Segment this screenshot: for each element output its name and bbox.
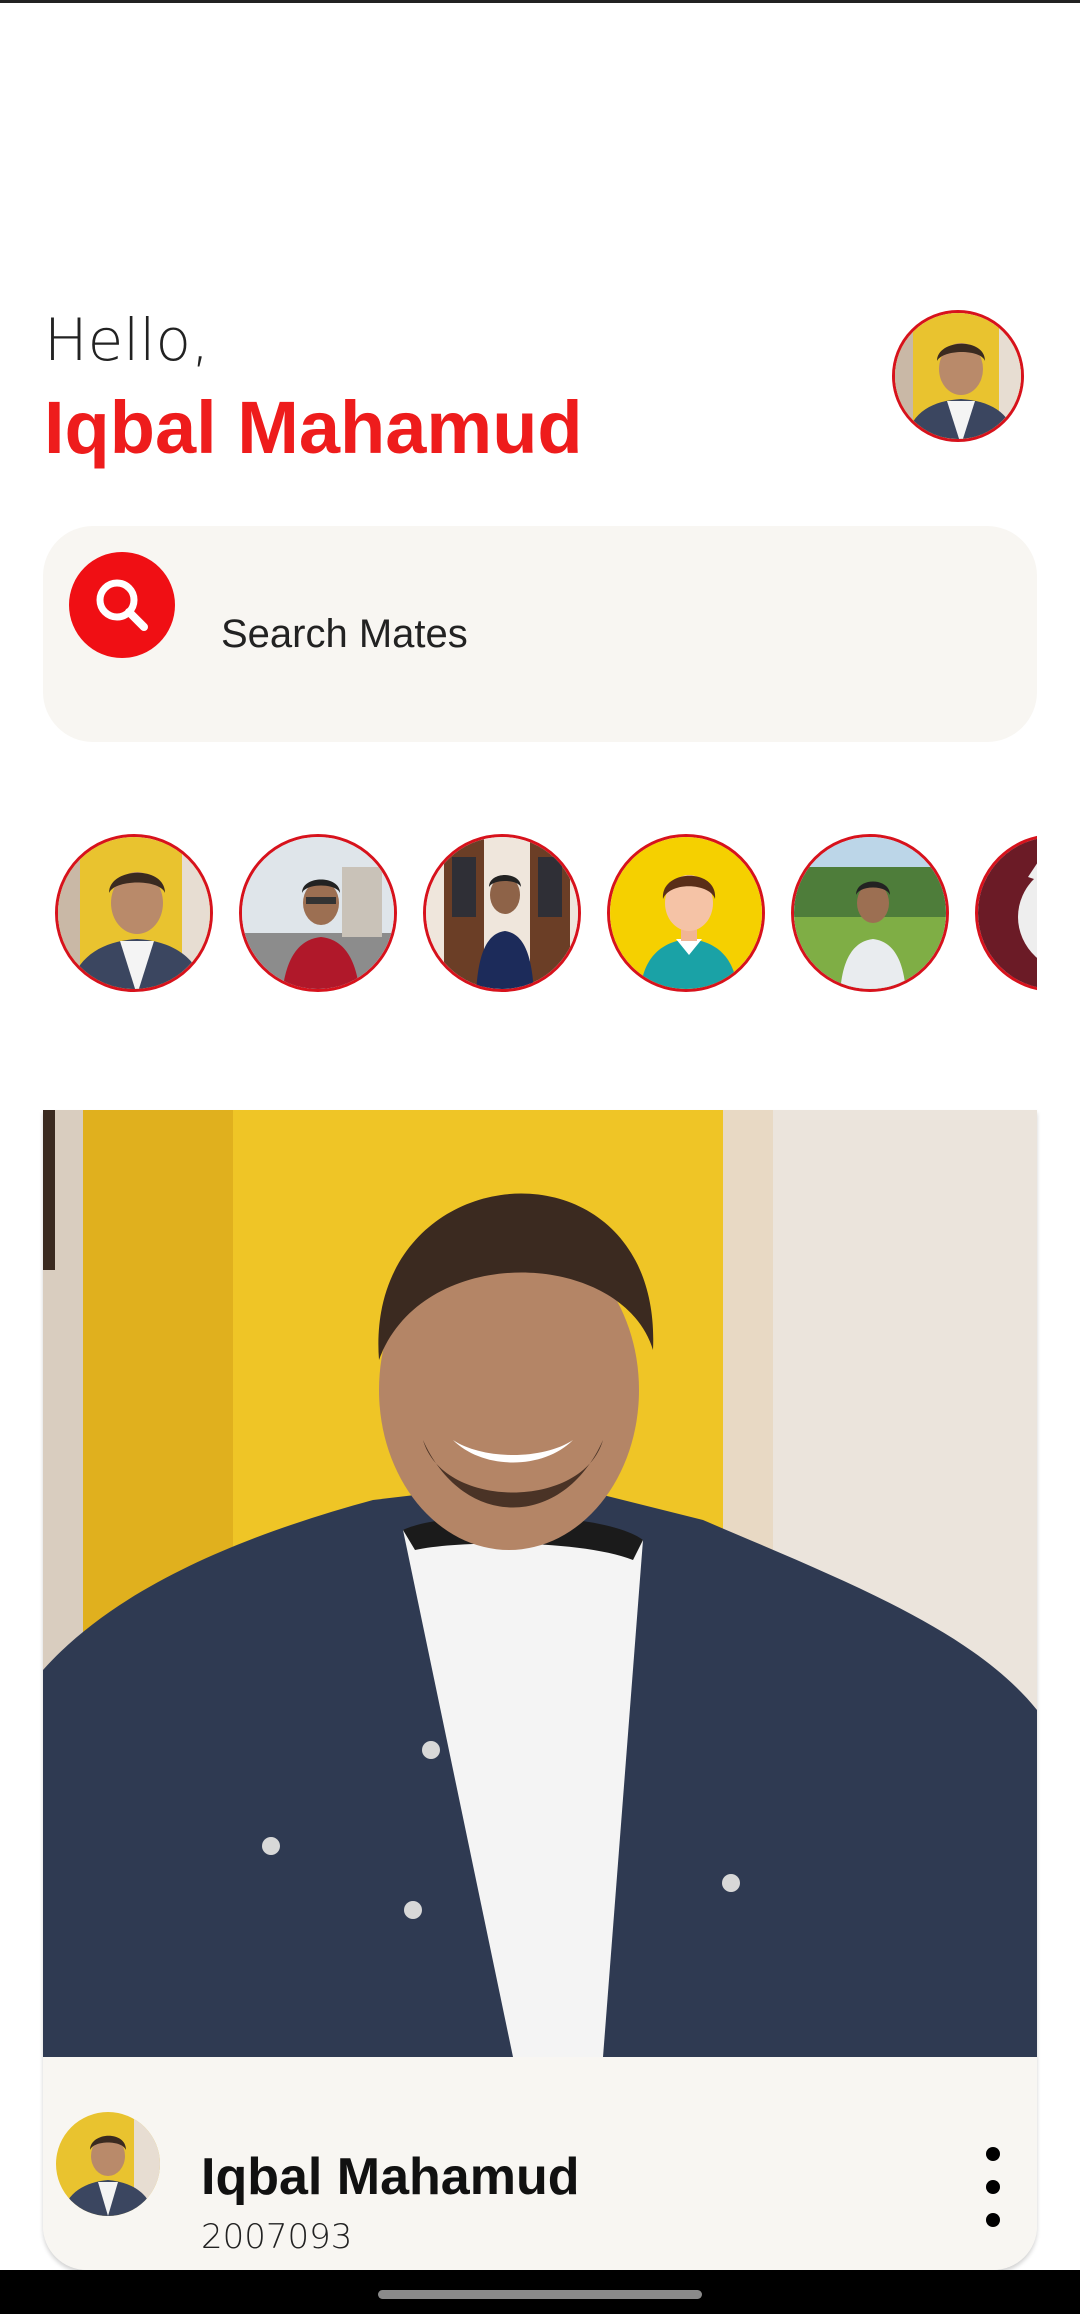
avatar-photo (895, 313, 1021, 439)
post-card[interactable]: Iqbal Mahamud 2007093 (43, 1110, 1037, 2270)
mate-avatar-4[interactable] (607, 834, 765, 992)
mate-photo (794, 837, 946, 989)
profile-avatar[interactable] (892, 310, 1024, 442)
user-name-heading: Iqbal Mahamud (44, 386, 583, 469)
post-footer: Iqbal Mahamud 2007093 (43, 2057, 1037, 2270)
post-author-name: Iqbal Mahamud (201, 2148, 580, 2206)
home-gesture-handle[interactable] (378, 2290, 702, 2299)
mate-avatar-1[interactable] (55, 834, 213, 992)
status-bar-line (0, 0, 1080, 3)
search-icon (96, 579, 148, 631)
search-placeholder: Search Mates (221, 612, 468, 656)
post-author-avatar[interactable] (56, 2112, 160, 2216)
post-author-id: 2007093 (201, 2217, 353, 2257)
menu-dot (986, 2180, 1000, 2194)
mate-photo (978, 837, 1037, 989)
mate-photo (242, 837, 394, 989)
mate-avatar-2[interactable] (239, 834, 397, 992)
menu-dot (986, 2213, 1000, 2227)
mate-photo (426, 837, 578, 989)
default-user-icon (610, 837, 762, 989)
menu-dot (986, 2147, 1000, 2161)
mates-carousel[interactable] (43, 834, 1037, 996)
post-photo[interactable] (43, 1110, 1037, 2057)
greeting-text: Hello, (44, 306, 210, 374)
mate-avatar-5[interactable] (791, 834, 949, 992)
search-button[interactable] (69, 552, 175, 658)
mate-avatar-3[interactable] (423, 834, 581, 992)
author-photo (56, 2112, 160, 2216)
search-bar[interactable]: Search Mates (43, 526, 1037, 742)
mate-avatar-6[interactable] (975, 834, 1037, 992)
mate-photo (58, 837, 210, 989)
more-vert-icon[interactable] (973, 2147, 1013, 2227)
post-image (43, 1110, 1037, 2057)
system-nav-bar (0, 2270, 1080, 2314)
